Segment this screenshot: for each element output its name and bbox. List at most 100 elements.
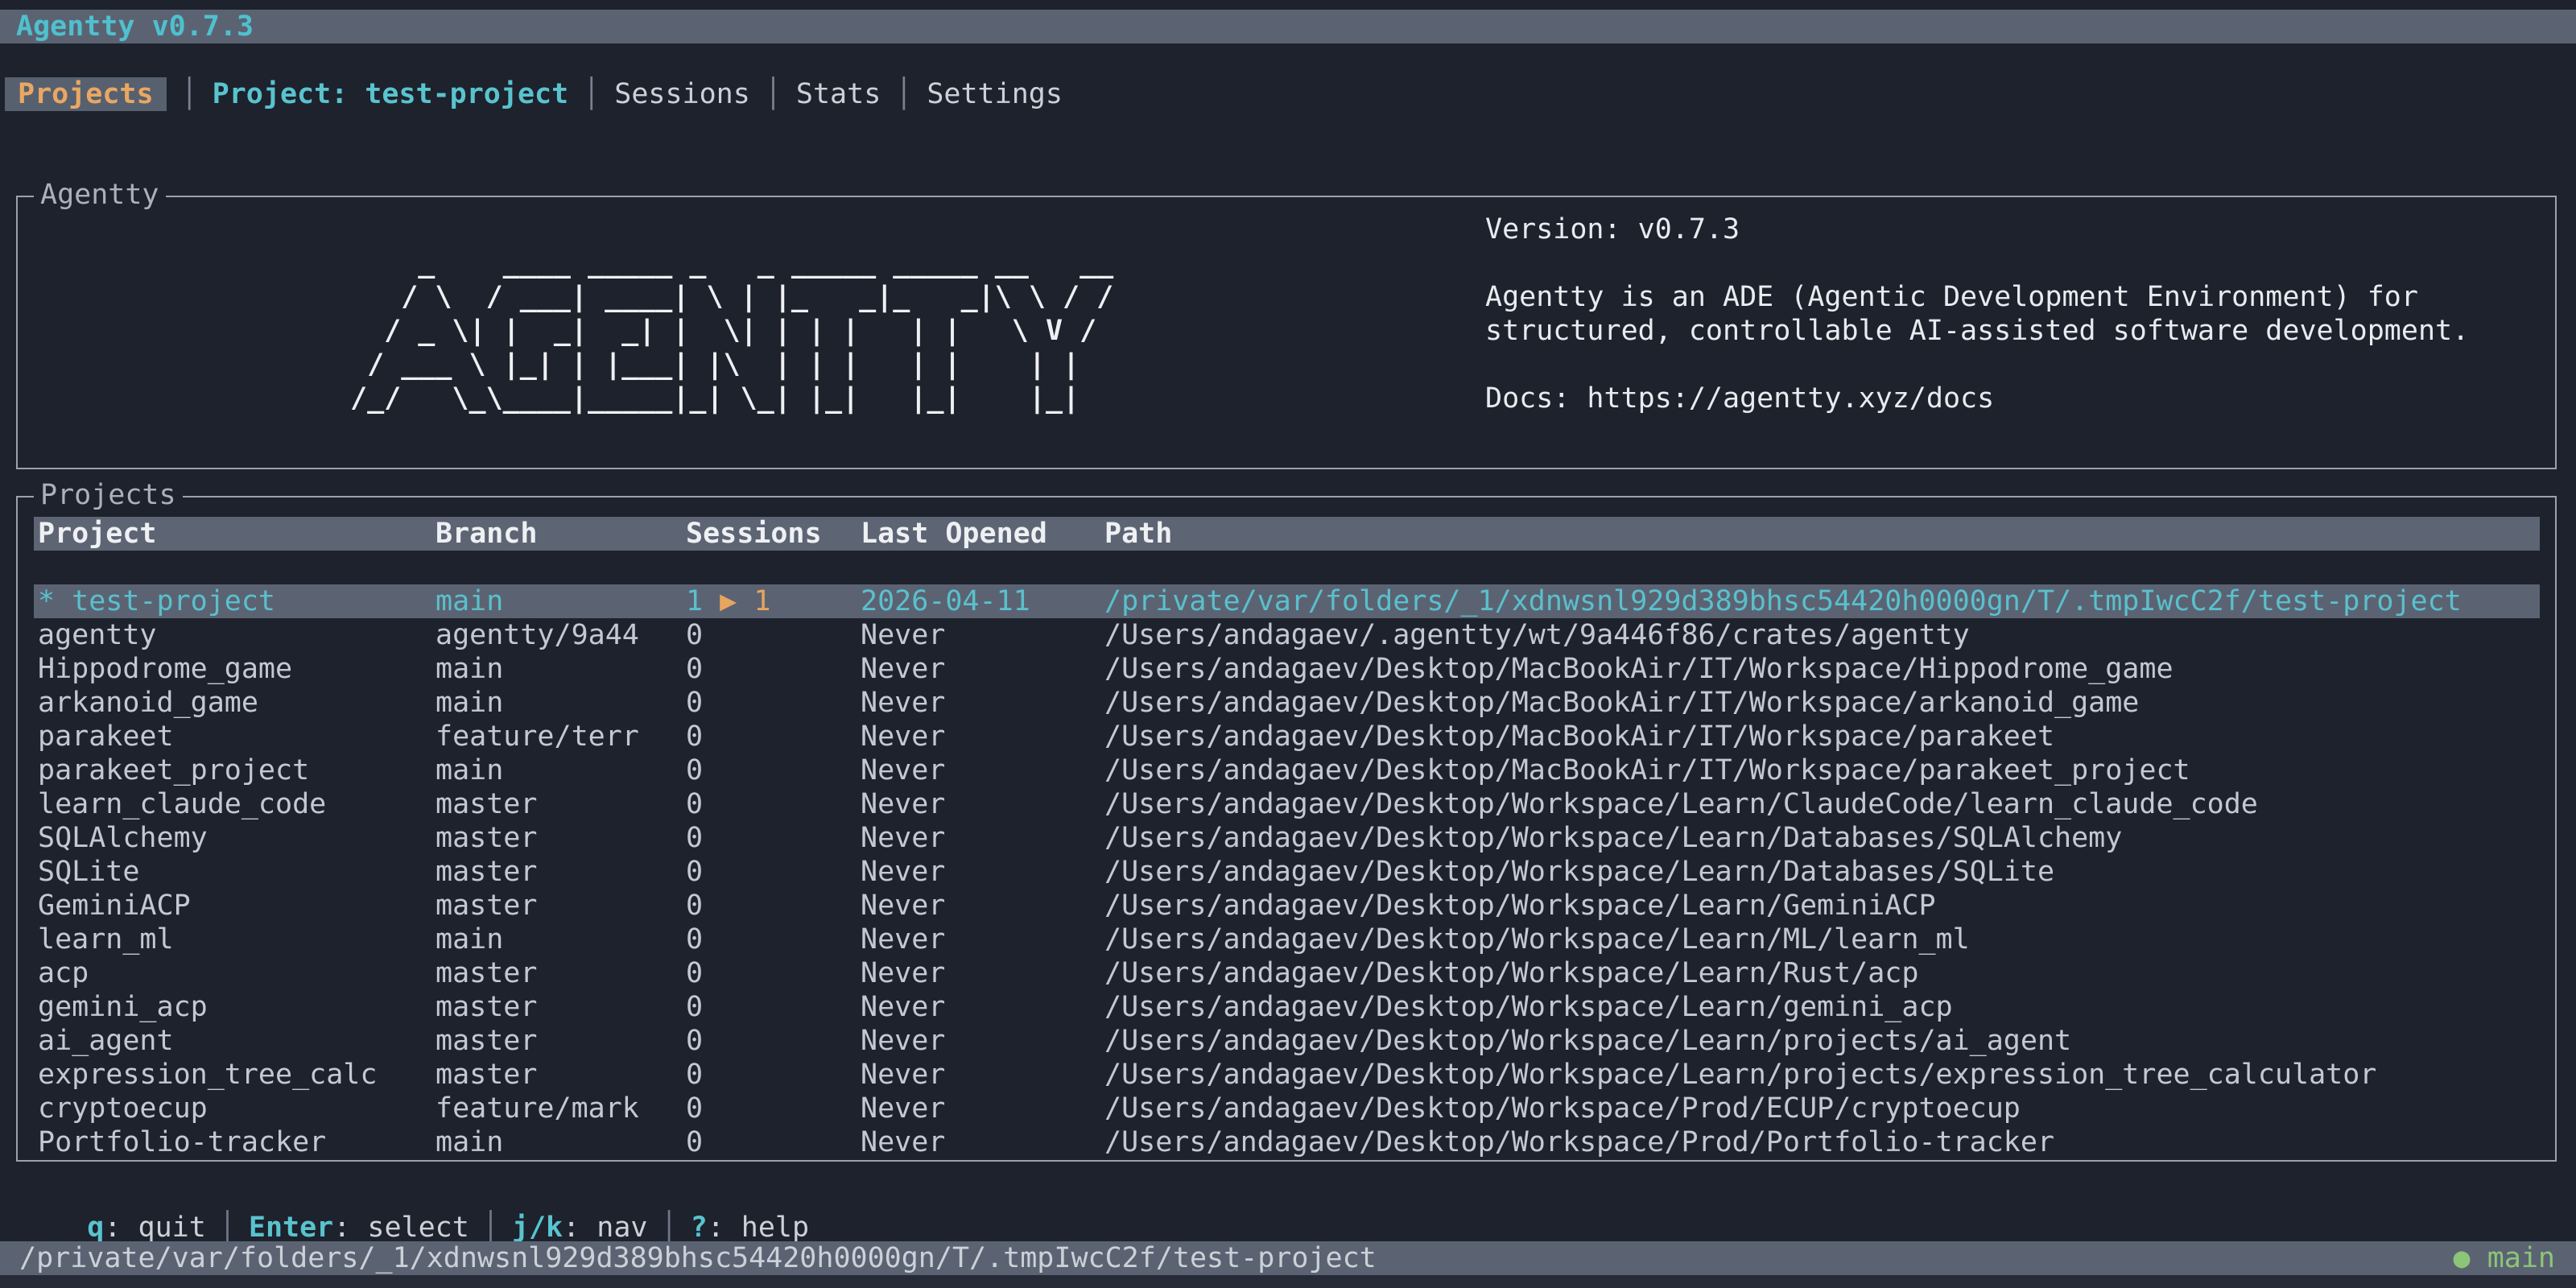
- table-row[interactable]: agenttyagentty/9a440Never/Users/andagaev…: [34, 618, 2540, 652]
- projects-table-rows: agentty agentty/9a44 0 Never/Users/andagaev…: [34, 618, 2540, 1159]
- cell-branch: master: [436, 1058, 537, 1092]
- cell-path: /Users/andagaev/Desktop/MacBookAir/IT/Wo…: [1104, 686, 2139, 720]
- table-header-row: Project Branch Sessions Last Opened Path: [34, 517, 2540, 551]
- sessions-total-count: 1: [753, 585, 770, 617]
- status-bar: /private/var/folders/_1/xdnwsnl929d389bh…: [0, 1241, 2576, 1275]
- help-key-nav: j/k: [512, 1212, 563, 1244]
- table-row[interactable]: learn_claude_codemaster0Never/Users/anda…: [34, 787, 2540, 821]
- cell-sessions: 1 ▶ 1: [686, 584, 770, 618]
- table-row[interactable]: arkanoid_gamemain0Never/Users/andagaev/D…: [34, 686, 2540, 720]
- cell-project: Hippodrome_game: [38, 652, 292, 686]
- cell-last-opened: Never: [861, 753, 945, 787]
- cell-last-opened: Never: [861, 652, 945, 686]
- cell-sessions: 0: [686, 1092, 703, 1125]
- cell-path: /Users/andagaev/Desktop/MacBookAir/IT/Wo…: [1104, 753, 2190, 787]
- table-row[interactable]: learn_mlmain0Never/Users/andagaev/Deskto…: [34, 923, 2540, 956]
- cell-project: acp: [38, 956, 89, 990]
- cell-last-opened: Never: [861, 1024, 945, 1058]
- cell-project: ai_agent: [38, 1024, 174, 1058]
- table-row[interactable]: cryptoecupfeature/mark0Never/Users/andag…: [34, 1092, 2540, 1125]
- table-row[interactable]: ai_agentmaster0Never/Users/andagaev/Desk…: [34, 1024, 2540, 1058]
- table-row[interactable]: expression_tree_calcmaster0Never/Users/a…: [34, 1058, 2540, 1092]
- branch-name: main: [2487, 1242, 2555, 1274]
- cell-branch: master: [436, 855, 537, 889]
- git-branch-indicator: ● main: [2454, 1241, 2555, 1275]
- column-header-path: Path: [1104, 517, 1172, 551]
- column-header-project: Project: [38, 517, 157, 551]
- sessions-arrow-icon: ▶: [720, 585, 737, 617]
- docs-link[interactable]: Docs: https://agentty.xyz/docs: [1485, 382, 1994, 415]
- cell-path: /Users/andagaev/.agentty/wt/9a446f86/cra…: [1104, 618, 1970, 652]
- cell-path: /Users/andagaev/Desktop/Workspace/Learn/…: [1104, 855, 2054, 889]
- cell-project: cryptoecup: [38, 1092, 208, 1125]
- table-row[interactable]: parakeet_projectmain0Never/Users/andagae…: [34, 753, 2540, 787]
- help-key-help: ?: [691, 1212, 708, 1244]
- table-row[interactable]: gemini_acpmaster0Never/Users/andagaev/De…: [34, 990, 2540, 1024]
- cell-last-opened: Never: [861, 821, 945, 855]
- app-title: Agentty v0.7.3: [16, 10, 254, 43]
- help-action-select: : select: [333, 1212, 469, 1244]
- table-row[interactable]: Portfolio-trackermain0Never/Users/andaga…: [34, 1125, 2540, 1159]
- cell-project: Portfolio-tracker: [38, 1125, 326, 1159]
- cell-last-opened: Never: [861, 720, 945, 753]
- cell-sessions: 0: [686, 652, 703, 686]
- cell-last-opened: Never: [861, 855, 945, 889]
- cell-sessions: 0: [686, 923, 703, 956]
- table-row[interactable]: GeminiACPmaster0Never/Users/andagaev/Des…: [34, 889, 2540, 923]
- table-row[interactable]: SQLAlchemymaster0Never/Users/andagaev/De…: [34, 821, 2540, 855]
- cell-sessions: 0: [686, 1125, 703, 1159]
- table-row[interactable]: SQLite master 0 Never/Users/andagaev/Deskto…: [34, 855, 2540, 889]
- cell-last-opened: Never: [861, 923, 945, 956]
- cell-branch: master: [436, 787, 537, 821]
- cell-branch: main: [436, 753, 503, 787]
- cell-path: /Users/andagaev/Desktop/Workspace/Learn/…: [1104, 1058, 2376, 1092]
- cell-branch: agentty/9a44: [436, 618, 639, 652]
- cell-branch: feature/mark: [436, 1092, 639, 1125]
- cell-path: /Users/andagaev/Desktop/Workspace/Learn/…: [1104, 821, 2122, 855]
- column-header-sessions: Sessions: [686, 517, 822, 551]
- cell-path: /Users/andagaev/Desktop/MacBookAir/IT/Wo…: [1104, 720, 2054, 753]
- help-separator: │: [660, 1212, 677, 1244]
- cell-path: /Users/andagaev/Desktop/Workspace/Learn/…: [1104, 956, 1918, 990]
- column-header-branch: Branch: [436, 517, 537, 551]
- ascii-logo: _ ____ _____ _ _ _____ _____ __ __ / \ /…: [350, 246, 1113, 415]
- cell-sessions: 0: [686, 787, 703, 821]
- status-path: /private/var/folders/_1/xdnwsnl929d389bh…: [19, 1241, 1377, 1275]
- table-row[interactable]: parakeetfeature/terr0Never/Users/andagae…: [34, 720, 2540, 753]
- branch-dot-icon: ●: [2454, 1242, 2471, 1274]
- cell-path: /Users/andagaev/Desktop/Workspace/Learn/…: [1104, 1024, 2071, 1058]
- cell-last-opened: Never: [861, 1058, 945, 1092]
- bottom-strip: [0, 1275, 2576, 1288]
- help-separator: │: [482, 1212, 499, 1244]
- cell-sessions: 0: [686, 1024, 703, 1058]
- cell-path: /Users/andagaev/Desktop/Workspace/Learn/…: [1104, 923, 1970, 956]
- table-row[interactable]: acpmaster0Never/Users/andagaev/Desktop/W…: [34, 956, 2540, 990]
- cell-project: agentty: [38, 618, 157, 652]
- cell-project: * test-project: [38, 584, 275, 618]
- cell-project: parakeet_project: [38, 753, 309, 787]
- tab-separator: │: [765, 77, 782, 111]
- cell-project: parakeet: [38, 720, 174, 753]
- cell-last-opened: 2026-04-11: [861, 584, 1030, 618]
- version-label: Version: v0.7.3: [1485, 213, 1740, 246]
- cell-sessions: 0: [686, 720, 703, 753]
- tab-settings[interactable]: Settings: [927, 77, 1063, 111]
- cell-branch: main: [436, 584, 503, 618]
- cell-sessions: 0: [686, 956, 703, 990]
- tab-project-test-project[interactable]: Project: test-project: [213, 77, 569, 111]
- tab-projects[interactable]: Projects: [5, 77, 167, 111]
- sessions-open-count: 1: [686, 585, 703, 617]
- cell-project: learn_claude_code: [38, 787, 326, 821]
- tab-stats[interactable]: Stats: [796, 77, 881, 111]
- cell-last-opened: Never: [861, 990, 945, 1024]
- table-row-selected[interactable]: * test-project main 1 ▶ 1 2026-04-11 /pr…: [34, 584, 2540, 618]
- table-row[interactable]: Hippodrome_gamemain0Never/Users/andagaev…: [34, 652, 2540, 686]
- cell-sessions: 0: [686, 990, 703, 1024]
- cell-sessions: 0: [686, 821, 703, 855]
- help-bar: q: quit│Enter: select│j/k: nav│?: help: [19, 1177, 809, 1211]
- tab-sessions[interactable]: Sessions: [614, 77, 750, 111]
- help-separator: │: [219, 1212, 236, 1244]
- cell-sessions: 0: [686, 1058, 703, 1092]
- cell-sessions: 0: [686, 855, 703, 889]
- cell-project: SQLite: [38, 855, 139, 889]
